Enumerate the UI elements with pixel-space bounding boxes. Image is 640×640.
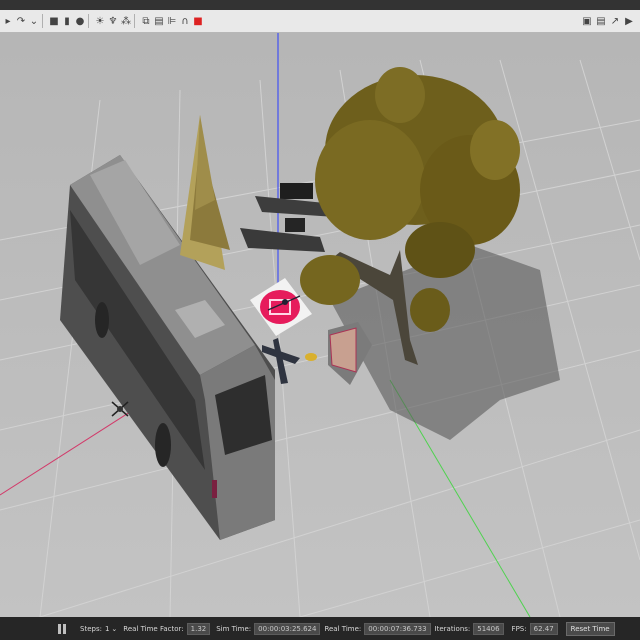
- log-icon[interactable]: ▤: [596, 14, 606, 28]
- sim-time-value: 00:00:03:25.624: [254, 622, 321, 635]
- steps-label: Steps:: [80, 624, 102, 633]
- paste-icon[interactable]: ▤: [154, 14, 164, 28]
- scene-toolbar: ▸ ↷ ⌄ ■ ▮ ● ☀ ♆ ⁂ ⧉ ▤ ⊫ ∩ ■ ▣ ▤ ↗ ▶: [0, 10, 640, 33]
- pause-button[interactable]: [58, 623, 66, 634]
- iterations-value: 51406: [473, 622, 504, 635]
- video-icon[interactable]: ▶: [624, 14, 634, 28]
- box-icon[interactable]: ■: [49, 14, 59, 28]
- toolbar-right-group: ▣ ▤ ↗ ▶: [578, 14, 634, 28]
- toolbar-divider: [134, 14, 135, 28]
- iterations-label: Iterations:: [434, 624, 471, 633]
- steps-value[interactable]: 1: [105, 625, 109, 633]
- cylinder-icon[interactable]: ▮: [62, 14, 72, 28]
- sun-icon[interactable]: ☀: [95, 14, 105, 28]
- sim-time-label: Sim Time:: [216, 624, 252, 633]
- screenshot-icon[interactable]: ▣: [582, 14, 592, 28]
- record-icon[interactable]: ■: [193, 14, 203, 28]
- chevron-down-icon[interactable]: ⌄: [111, 625, 117, 633]
- redo-icon[interactable]: ↷: [16, 14, 26, 28]
- yellow-marker[interactable]: [305, 353, 317, 361]
- sphere-icon[interactable]: ●: [75, 14, 85, 28]
- bus-model[interactable]: [60, 155, 275, 540]
- rtf-label: Real Time Factor:: [123, 624, 184, 633]
- reset-time-button[interactable]: Reset Time: [565, 621, 615, 636]
- rtf-value: 1.32: [186, 622, 211, 635]
- window-title-bar: [0, 0, 640, 10]
- copy-icon[interactable]: ⧉: [141, 14, 151, 28]
- arrow-icon[interactable]: ▸: [3, 14, 13, 28]
- real-time-value: 00:00:07:36.733: [364, 622, 431, 635]
- directional-light-icon[interactable]: ⁂: [121, 14, 131, 28]
- toolbar-divider: [42, 14, 43, 28]
- toolbar-divider: [88, 14, 89, 28]
- 3d-viewport[interactable]: [0, 33, 640, 617]
- real-time-label: Real Time:: [324, 624, 362, 633]
- chevron-icon[interactable]: ⌄: [29, 14, 39, 28]
- fps-label: FPS:: [511, 624, 527, 633]
- magnet-icon[interactable]: ∩: [180, 14, 190, 28]
- pine-tree-model[interactable]: [180, 115, 230, 270]
- align-icon[interactable]: ⊫: [167, 14, 177, 28]
- scene-render: [0, 33, 640, 617]
- status-bar: Steps: 1 ⌄ Real Time Factor: 1.32 Sim Ti…: [0, 617, 640, 640]
- plot-icon[interactable]: ↗: [610, 14, 620, 28]
- fps-value: 62.47: [529, 622, 558, 635]
- spotlight-icon[interactable]: ♆: [108, 14, 118, 28]
